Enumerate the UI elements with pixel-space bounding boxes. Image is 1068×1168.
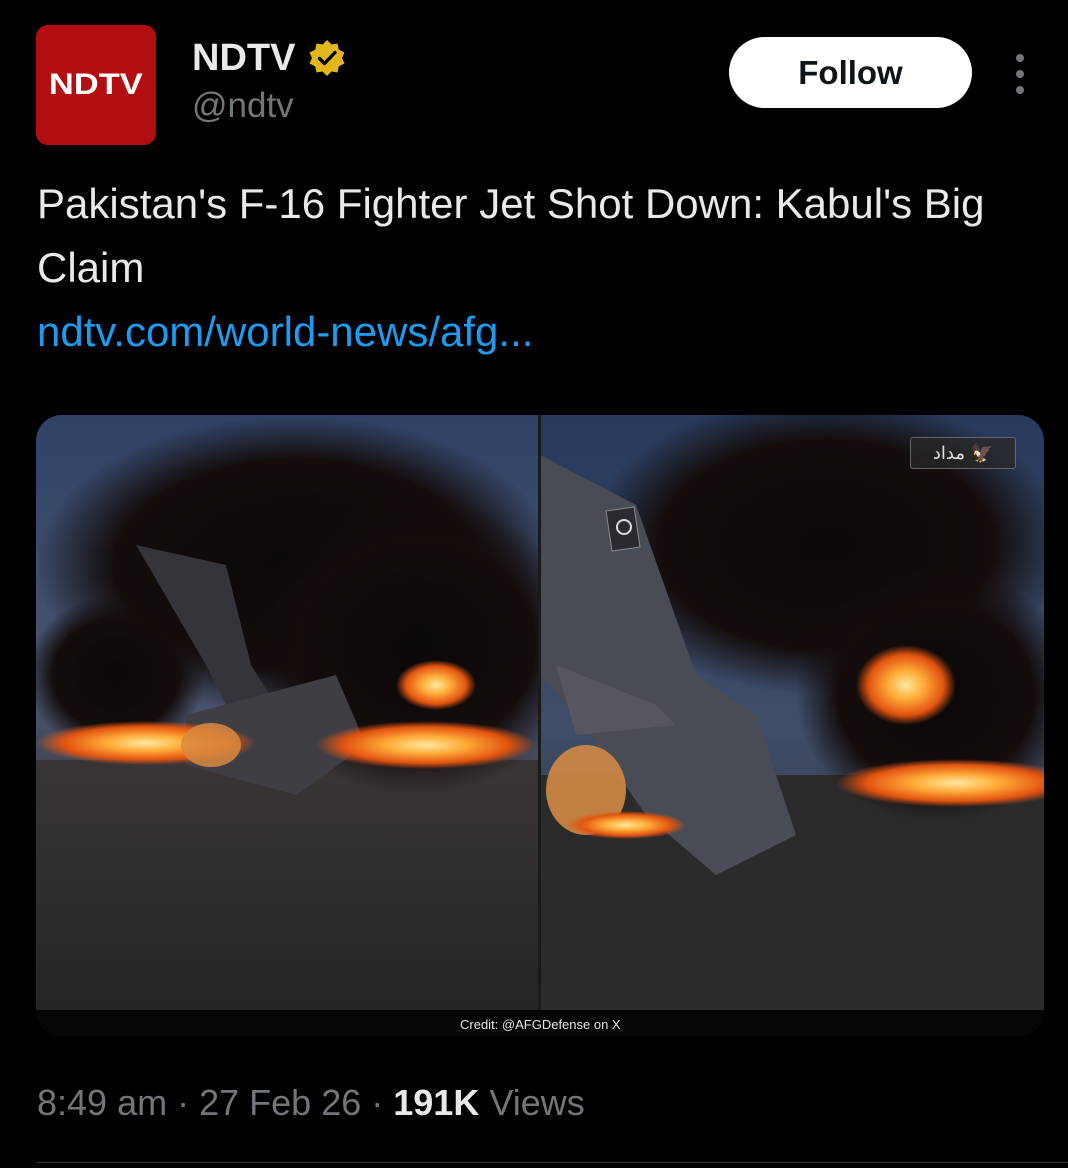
- media-image[interactable]: مداد 🦅 Credit: @AFGDefense on X: [36, 415, 1044, 1036]
- display-name[interactable]: NDTV: [192, 36, 295, 80]
- top-edge: [0, 0, 1068, 6]
- more-dot: [1016, 86, 1024, 94]
- author-handle[interactable]: @ndtv: [192, 84, 294, 128]
- video-watermark: مداد 🦅: [910, 437, 1016, 469]
- tweet-date[interactable]: 27 Feb 26: [199, 1082, 361, 1123]
- tweet-meta: 8:49 am · 27 Feb 26 · 191K Views: [37, 1080, 585, 1126]
- divider: [36, 1162, 1068, 1163]
- avatar[interactable]: NDTV: [36, 25, 156, 145]
- more-dot: [1016, 54, 1024, 62]
- meta-separator: ·: [177, 1082, 190, 1123]
- more-vertical-icon[interactable]: [1004, 50, 1036, 98]
- crash-photo-illustration: [36, 415, 1044, 1036]
- tweet-text: Pakistan's F-16 Fighter Jet Shot Down: K…: [37, 180, 985, 291]
- avatar-logo-text: NDTV: [49, 68, 143, 101]
- tweet-link[interactable]: ndtv.com/world-news/afg...: [37, 300, 533, 364]
- author-name-row[interactable]: NDTV: [192, 36, 347, 80]
- more-dot: [1016, 70, 1024, 78]
- verified-badge-icon: [307, 38, 347, 78]
- photo-credit: Credit: @AFGDefense on X: [460, 1017, 621, 1032]
- tweet-time[interactable]: 8:49 am: [37, 1082, 167, 1123]
- views-count: 191K: [393, 1082, 480, 1123]
- follow-button[interactable]: Follow: [729, 37, 972, 108]
- views-label: Views: [489, 1082, 585, 1123]
- meta-separator: ·: [371, 1082, 384, 1123]
